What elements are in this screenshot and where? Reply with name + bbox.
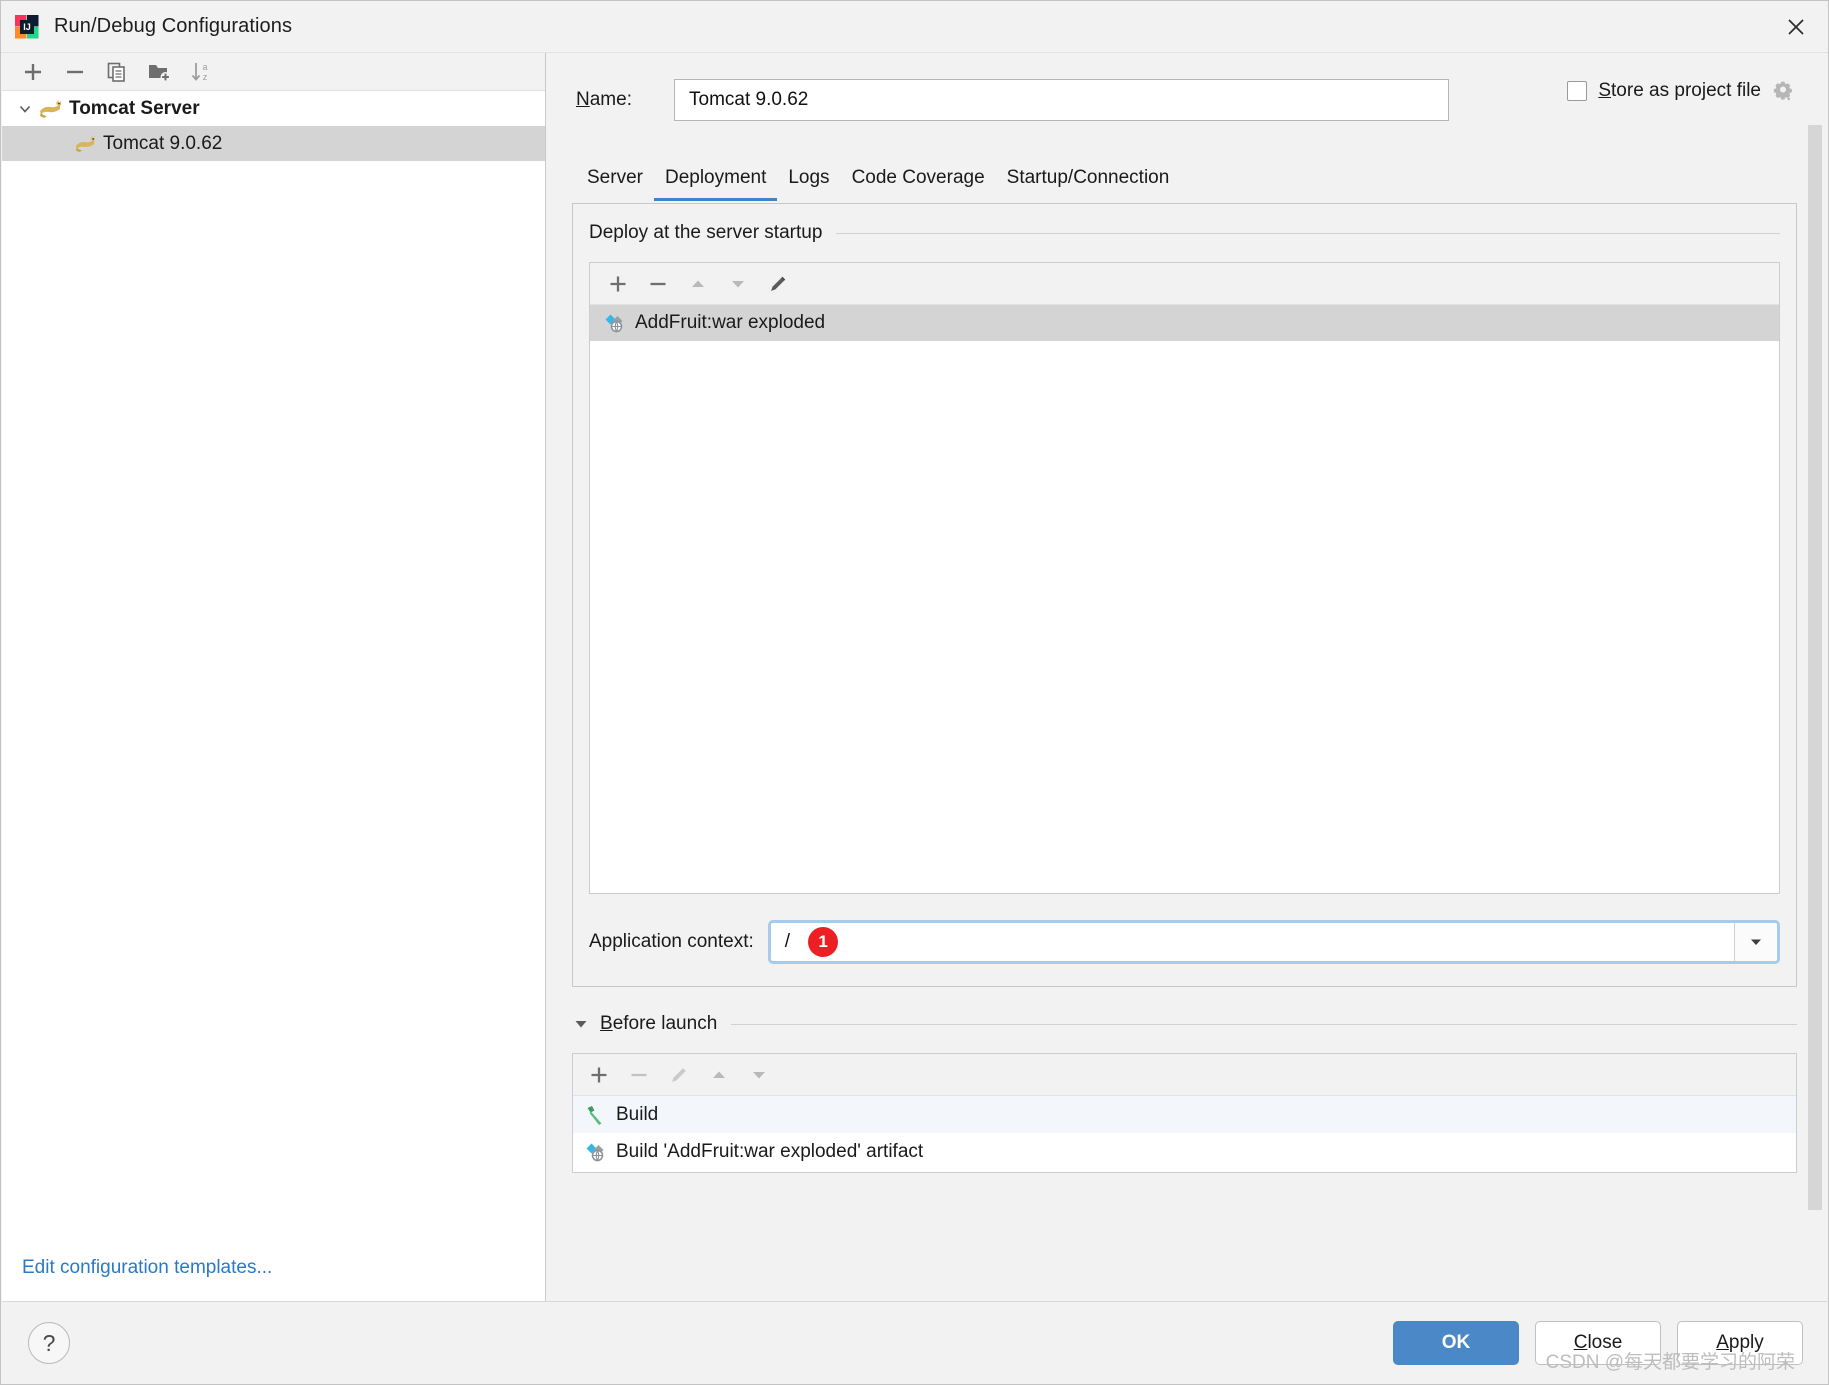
apply-button[interactable]: Apply (1677, 1321, 1803, 1365)
edit-artifact-button[interactable] (758, 265, 798, 303)
add-configuration-button[interactable] (12, 55, 54, 89)
tree-group-label: Tomcat Server (69, 97, 200, 119)
list-item-label: AddFruit:war exploded (635, 312, 826, 333)
add-artifact-button[interactable] (598, 265, 638, 303)
list-item[interactable]: Build (573, 1096, 1796, 1133)
deployment-list-toolbar (590, 263, 1779, 305)
before-launch-rest: efore launch (612, 1013, 718, 1034)
add-task-button[interactable] (579, 1056, 619, 1094)
svg-text:a: a (202, 62, 207, 72)
list-item-label: Build 'AddFruit:war exploded' artifact (616, 1140, 924, 1162)
scrollbar-thumb[interactable] (1808, 125, 1822, 1210)
configurations-panel: a z Tomcat Server Tomcat 9.0.62 Edit con… (2, 53, 546, 1301)
svg-text:z: z (203, 72, 208, 82)
intellij-idea-logo-icon: IJ (14, 14, 40, 40)
tree-group-tomcat-server[interactable]: Tomcat Server (2, 91, 545, 126)
store-as-project-file-label: Store as project file (1598, 80, 1761, 102)
before-launch-task-list: Build Build 'AddFruit:war exploded' arti… (572, 1053, 1797, 1173)
svg-text:IJ: IJ (23, 22, 31, 32)
editor-vertical-scrollbar[interactable] (1806, 125, 1824, 1211)
name-input[interactable]: Tomcat 9.0.62 (674, 79, 1449, 121)
name-label-mnemonic: N (576, 89, 590, 110)
list-item[interactable]: AddFruit:war exploded (590, 305, 1779, 341)
application-context-label: Application context: (589, 931, 754, 952)
tomcat-icon (40, 99, 61, 118)
configuration-tabs: Server Deployment Logs Code Coverage Sta… (576, 161, 1180, 201)
close-icon[interactable] (1764, 1, 1828, 52)
ok-button[interactable]: OK (1393, 1321, 1519, 1365)
chevron-down-icon[interactable] (12, 101, 38, 117)
tab-startup-connection[interactable]: Startup/Connection (996, 167, 1181, 201)
group-title-divider (836, 232, 1780, 234)
application-context-value: / (784, 931, 791, 952)
store-as-project-file-checkbox[interactable] (1567, 81, 1588, 101)
run-debug-configurations-dialog: IJ Run/Debug Configurations a z Tomcat S… (0, 0, 1829, 1385)
before-launch-header[interactable]: Before launch (572, 1013, 1797, 1035)
dialog-buttons: OK Close Apply (1393, 1321, 1803, 1365)
before-launch-mnemonic: B (600, 1013, 613, 1034)
triangle-down-icon[interactable] (572, 1015, 590, 1033)
dialog-footer: ? OK Close Apply CSDN @每天都要学习的阿荣 (2, 1301, 1827, 1383)
help-button[interactable]: ? (28, 1322, 70, 1364)
list-item[interactable]: Build 'AddFruit:war exploded' artifact (573, 1133, 1796, 1170)
annotation-badge-1: 1 (808, 927, 839, 957)
build-hammer-icon (587, 1105, 602, 1125)
move-task-up-button (699, 1056, 739, 1094)
store-label-rest: tore as project file (1611, 80, 1761, 101)
store-label-mnemonic: S (1598, 80, 1612, 101)
chevron-down-icon[interactable] (1734, 923, 1777, 961)
apply-button-mnemonic: A (1716, 1332, 1729, 1353)
remove-artifact-button[interactable] (638, 265, 678, 303)
application-context-row: Application context: / 1 (589, 920, 1780, 964)
tomcat-icon (75, 135, 95, 152)
copy-configuration-button[interactable] (96, 55, 138, 89)
list-item-label: Build (616, 1103, 659, 1125)
configurations-tree: Tomcat Server Tomcat 9.0.62 (2, 91, 545, 161)
configuration-editor-panel: Name: Tomcat 9.0.62 Store as project fil… (546, 53, 1827, 1301)
move-down-button (718, 265, 758, 303)
before-launch-toolbar (573, 1054, 1796, 1096)
close-button[interactable]: Close (1535, 1321, 1661, 1365)
close-button-mnemonic: C (1573, 1332, 1588, 1353)
sort-configurations-button[interactable]: a z (180, 55, 222, 89)
edit-task-button (659, 1056, 699, 1094)
dialog-titlebar: IJ Run/Debug Configurations (1, 1, 1828, 53)
tree-item-label: Tomcat 9.0.62 (103, 132, 223, 154)
remove-task-button (619, 1056, 659, 1094)
deploy-at-startup-label: Deploy at the server startup (589, 222, 823, 243)
before-launch-divider (731, 1023, 1797, 1025)
gear-dropdown-icon[interactable] (1773, 80, 1795, 102)
close-button-rest: lose (1587, 1332, 1623, 1353)
new-folder-button[interactable] (138, 55, 180, 89)
tab-server[interactable]: Server (576, 167, 654, 201)
tab-code-coverage[interactable]: Code Coverage (841, 167, 996, 201)
store-as-project-file-row: Store as project file (1567, 80, 1795, 102)
tab-logs[interactable]: Logs (777, 167, 840, 201)
configurations-toolbar: a z (2, 53, 545, 91)
move-task-down-button (739, 1056, 779, 1094)
artifact-icon (586, 1143, 604, 1162)
dialog-title: Run/Debug Configurations (54, 15, 293, 37)
name-label: Name: (576, 89, 674, 111)
deployment-panel: Deploy at the server startup AddFruit:wa… (572, 203, 1797, 987)
apply-button-rest: pply (1728, 1332, 1764, 1353)
tab-deployment[interactable]: Deployment (653, 167, 778, 201)
tree-item-tomcat-9-0-62[interactable]: Tomcat 9.0.62 (2, 126, 545, 161)
move-up-button (678, 265, 718, 303)
name-label-rest: ame: (589, 89, 632, 110)
artifact-icon (605, 314, 623, 333)
deploy-at-startup-group-title: Deploy at the server startup (589, 222, 1780, 244)
deployment-artifacts-list: AddFruit:war exploded (589, 262, 1780, 894)
before-launch-title: Before launch (600, 1013, 717, 1035)
application-context-combobox[interactable]: / 1 (767, 920, 1780, 964)
edit-configuration-templates-link[interactable]: Edit configuration templates... (22, 1257, 272, 1279)
remove-configuration-button[interactable] (54, 55, 96, 89)
